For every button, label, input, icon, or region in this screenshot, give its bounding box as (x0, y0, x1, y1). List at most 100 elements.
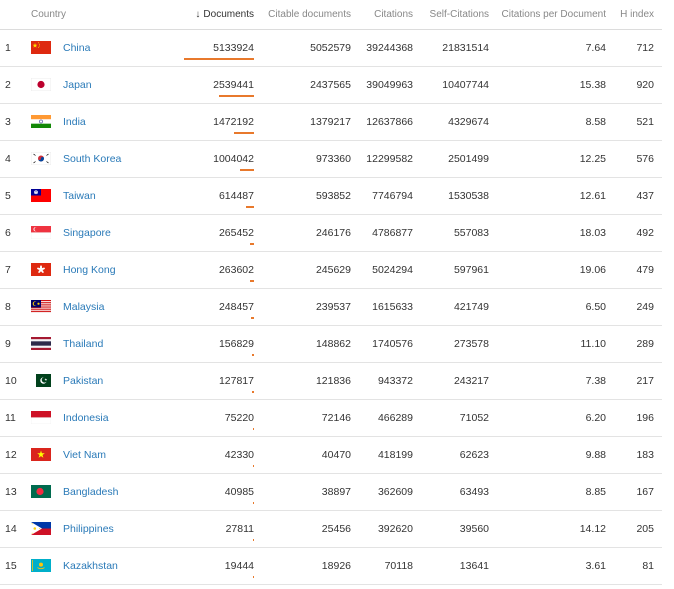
citable-documents-cell: 593852 (315, 190, 351, 202)
citable-documents-cell: 40470 (321, 449, 351, 461)
header-self-citations[interactable]: Self-Citations (430, 9, 489, 20)
country-link[interactable]: India (63, 116, 86, 128)
citable-documents-cell: 38897 (321, 486, 351, 498)
citations-per-document-cell: 8.85 (585, 486, 606, 498)
philippines-flag-icon (31, 522, 51, 535)
header-citable-documents[interactable]: Citable documents (268, 9, 351, 20)
india-flag-icon (31, 115, 51, 128)
country-link[interactable]: Taiwan (63, 190, 96, 202)
citations-cell: 39244368 (366, 42, 413, 54)
citations-per-document-cell: 6.50 (585, 301, 606, 313)
indonesia-flag-icon (31, 411, 51, 424)
citations-per-document-cell: 12.25 (579, 153, 606, 165)
documents-bar (252, 428, 254, 430)
country-link[interactable]: China (63, 42, 90, 54)
taiwan-flag-icon (31, 189, 51, 202)
documents-cell: 40985 (224, 486, 254, 498)
rank-cell: 9 (5, 338, 11, 350)
rank-cell: 3 (5, 116, 11, 128)
singapore-flag-icon (31, 226, 51, 239)
documents-bar (219, 95, 254, 97)
self-citations-cell: 13641 (459, 560, 489, 572)
documents-cell: 75220 (224, 412, 254, 424)
country-link[interactable]: Hong Kong (63, 264, 116, 276)
h-index-cell: 576 (636, 153, 654, 165)
rank-cell: 2 (5, 79, 11, 91)
documents-bar (245, 206, 254, 208)
header-country[interactable]: Country (31, 9, 66, 20)
table-row: 10 Pakistan 127817 121836 943372 243217 7.38 21… (0, 363, 662, 400)
country-link[interactable]: Kazakhstan (63, 560, 118, 572)
self-citations-cell: 421749 (453, 301, 489, 313)
self-citations-cell: 4329674 (448, 116, 489, 128)
sort-down-icon: ↓ (195, 9, 201, 20)
documents-cell: 19444 (224, 560, 254, 572)
self-citations-cell: 597961 (453, 264, 489, 276)
country-link[interactable]: Bangladesh (63, 486, 118, 498)
header-citations[interactable]: Citations (374, 9, 413, 20)
h-index-cell: 479 (636, 264, 654, 276)
citable-documents-cell: 25456 (321, 523, 351, 535)
citations-per-document-cell: 14.12 (579, 523, 606, 535)
citable-documents-cell: 239537 (315, 301, 351, 313)
thailand-flag-icon (31, 337, 51, 350)
header-documents-label: Documents (203, 9, 254, 20)
h-index-cell: 217 (636, 375, 654, 387)
pakistan-flag-icon (31, 374, 51, 387)
table-header: Country ↓ Documents Citable documents Cit… (0, 0, 662, 30)
h-index-cell: 712 (636, 42, 654, 54)
documents-bar (184, 58, 254, 60)
rank-cell: 1 (5, 42, 11, 54)
citations-per-document-cell: 15.38 (579, 79, 606, 91)
table-row: 12 Viet Nam 42330 40470 418199 62623 9.88 183 (0, 437, 662, 474)
self-citations-cell: 63493 (459, 486, 489, 498)
documents-bar (240, 169, 254, 171)
citations-per-document-cell: 8.58 (585, 116, 606, 128)
h-index-cell: 920 (636, 79, 654, 91)
header-h-index[interactable]: H index (620, 9, 654, 20)
kazakhstan-flag-icon (31, 559, 51, 572)
country-link[interactable]: Singapore (63, 227, 111, 239)
citations-per-document-cell: 11.10 (580, 338, 607, 350)
documents-cell: 1004042 (213, 153, 254, 165)
h-index-cell: 521 (636, 116, 654, 128)
documents-bar (250, 280, 254, 282)
table-row: 5 Taiwan 614487 593852 7746794 1530538 12.61 43… (0, 178, 662, 215)
citable-documents-cell: 72146 (321, 412, 351, 424)
country-link[interactable]: Philippines (63, 523, 114, 535)
documents-bar (253, 465, 254, 467)
country-link[interactable]: Malaysia (63, 301, 104, 313)
documents-cell: 5133924 (213, 42, 254, 54)
h-index-cell: 289 (636, 338, 654, 350)
country-link[interactable]: Viet Nam (63, 449, 106, 461)
citations-cell: 5024294 (372, 264, 413, 276)
h-index-cell: 205 (636, 523, 654, 535)
citations-cell: 1615633 (372, 301, 413, 313)
citations-cell: 466289 (377, 412, 413, 424)
header-citations-per-document[interactable]: Citations per Document (502, 9, 607, 20)
table-row: 9 Thailand 156829 148862 1740576 273578 11.10 2… (0, 326, 662, 363)
country-link[interactable]: Indonesia (63, 412, 109, 424)
citations-cell: 4786877 (372, 227, 413, 239)
country-link[interactable]: Pakistan (63, 375, 103, 387)
h-index-cell: 81 (642, 560, 654, 572)
table-row: 11 Indonesia 75220 72146 466289 71052 6.20 196 (0, 400, 662, 437)
documents-cell: 248457 (218, 301, 254, 313)
h-index-cell: 437 (636, 190, 654, 202)
self-citations-cell: 21831514 (442, 42, 489, 54)
rank-cell: 13 (5, 486, 17, 498)
table-row: 4 South Korea 1004042 973360 12299582 2501499… (0, 141, 662, 178)
table-row: 3 India 1472192 1379217 12637866 4329674 8.58 5… (0, 104, 662, 141)
table-row: 8 Malaysia 248457 239537 1615633 421749 6.50 24… (0, 289, 662, 326)
documents-bar (233, 132, 254, 134)
country-link[interactable]: Japan (63, 79, 92, 91)
rank-cell: 15 (5, 560, 17, 572)
rank-cell: 8 (5, 301, 11, 313)
documents-cell: 27811 (225, 523, 254, 535)
documents-cell: 2539441 (213, 79, 254, 91)
table-row: 14 Philippines 27811 25456 392620 39560 14.12 2… (0, 511, 662, 548)
country-link[interactable]: South Korea (63, 153, 121, 165)
country-link[interactable]: Thailand (63, 338, 103, 350)
citations-cell: 39049963 (366, 79, 413, 91)
header-documents[interactable]: ↓ Documents (195, 9, 254, 20)
